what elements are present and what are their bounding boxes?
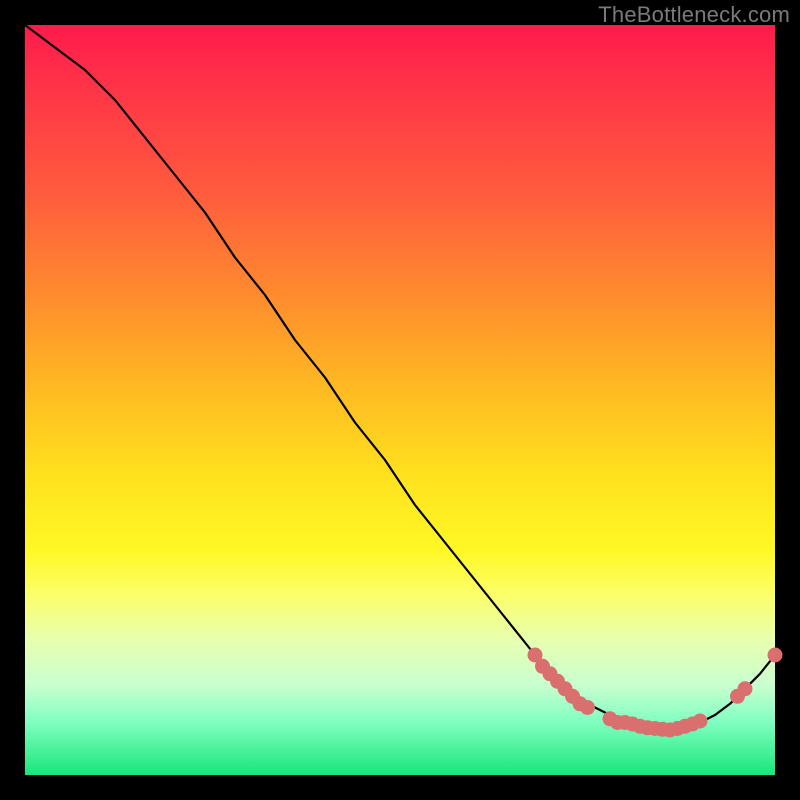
chart-marker: [693, 714, 708, 729]
chart-marker: [768, 648, 783, 663]
watermark-text: TheBottleneck.com: [598, 2, 790, 28]
chart-marker: [738, 681, 753, 696]
chart-plot-area: [25, 25, 775, 775]
chart-marker: [580, 700, 595, 715]
chart-curve: [25, 25, 775, 730]
chart-stage: TheBottleneck.com: [0, 0, 800, 800]
chart-markers-layer: [528, 648, 783, 738]
chart-line-layer: [25, 25, 775, 730]
chart-svg: [25, 25, 775, 775]
